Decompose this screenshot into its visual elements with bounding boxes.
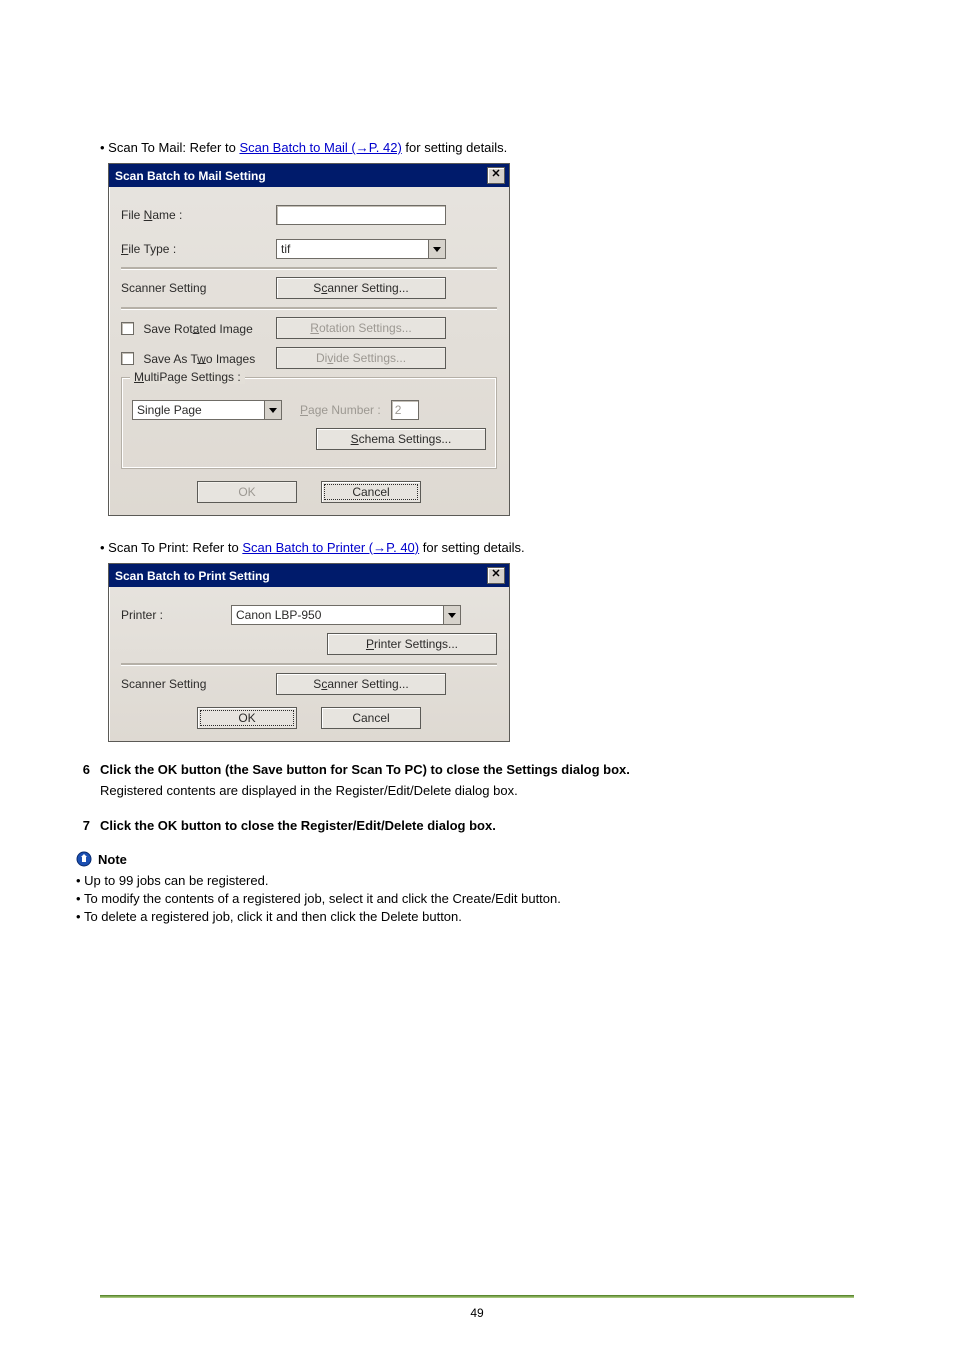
multipage-combo[interactable]: Single Page xyxy=(132,400,282,420)
save-two-checkbox[interactable] xyxy=(121,352,134,365)
step-7-number: 7 xyxy=(76,818,90,833)
scan-batch-to-mail-link[interactable]: Scan Batch to Mail (→P. 42) xyxy=(239,140,401,155)
ok-button: OK xyxy=(197,481,297,503)
scanner-setting-button[interactable]: Scanner Setting... xyxy=(276,673,446,695)
note-icon xyxy=(76,851,92,867)
scan-batch-to-printer-link[interactable]: Scan Batch to Printer (→P. 40) xyxy=(242,540,419,555)
save-two-checkbox-row[interactable]: Save As Two Images xyxy=(121,351,276,366)
step-6-number: 6 xyxy=(76,762,90,798)
step-6-sub: Registered contents are displayed in the… xyxy=(100,783,854,798)
save-rotated-checkbox-row[interactable]: Save Rotated Image xyxy=(121,321,276,336)
scanner-setting-label: Scanner Setting xyxy=(121,677,276,691)
scan-to-print-suffix: for setting details. xyxy=(423,540,525,555)
scanner-setting-label: Scanner Setting xyxy=(121,281,276,295)
divide-settings-button: Divide Settings... xyxy=(276,347,446,369)
chevron-down-icon xyxy=(443,606,460,624)
printer-label: Printer : xyxy=(121,608,231,622)
scanner-setting-button[interactable]: Scanner Setting... xyxy=(276,277,446,299)
ok-button[interactable]: OK xyxy=(197,707,297,729)
file-name-input[interactable] xyxy=(276,205,446,225)
file-type-label: File Type : xyxy=(121,242,276,256)
cancel-button[interactable]: Cancel xyxy=(321,481,421,503)
dialog-title: Scan Batch to Print Setting xyxy=(115,569,270,583)
note-title: Note xyxy=(98,852,127,867)
chevron-down-icon xyxy=(428,240,445,258)
page-number: 49 xyxy=(0,1306,954,1320)
save-rotated-checkbox[interactable] xyxy=(121,322,134,335)
printer-settings-button[interactable]: Printer Settings... xyxy=(327,633,497,655)
scan-to-mail-suffix: for setting details. xyxy=(405,140,507,155)
scan-batch-to-mail-dialog: Scan Batch to Mail Setting ✕ File Name :… xyxy=(108,163,510,516)
dialog-title: Scan Batch to Mail Setting xyxy=(115,169,266,183)
printer-combo[interactable]: Canon LBP-950 xyxy=(231,605,461,625)
page-number-input: 2 xyxy=(391,400,419,420)
step-6-heading: Click the OK button (the Save button for… xyxy=(100,762,854,777)
note-item: To delete a registered job, click it and… xyxy=(76,909,854,924)
multipage-group-title: MultiPage Settings : xyxy=(130,370,245,384)
note-item: Up to 99 jobs can be registered. xyxy=(76,873,854,888)
scan-to-print-text: • Scan To Print: Refer to xyxy=(100,540,242,555)
chevron-down-icon xyxy=(264,401,281,419)
schema-settings-button[interactable]: Schema Settings... xyxy=(316,428,486,450)
close-button[interactable]: ✕ xyxy=(487,567,505,584)
rotation-settings-button: Rotation Settings... xyxy=(276,317,446,339)
cancel-button[interactable]: Cancel xyxy=(321,707,421,729)
footer-rule xyxy=(100,1295,854,1298)
file-name-label: File Name : xyxy=(121,208,276,222)
file-type-combo[interactable]: tif xyxy=(276,239,446,259)
scan-batch-to-print-dialog: Scan Batch to Print Setting ✕ Printer : … xyxy=(108,563,510,742)
scan-to-mail-text: • Scan To Mail: Refer to xyxy=(100,140,239,155)
page-number-label: Page Number : xyxy=(300,403,381,417)
close-button[interactable]: ✕ xyxy=(487,167,505,184)
note-item: To modify the contents of a registered j… xyxy=(76,891,854,906)
step-7-heading: Click the OK button to close the Registe… xyxy=(100,818,854,833)
